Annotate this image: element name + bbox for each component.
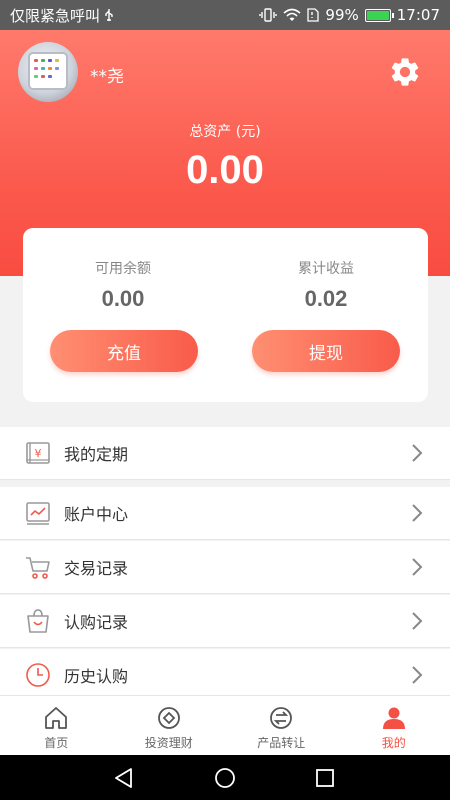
available-balance: 可用余额 0.00 <box>33 258 213 312</box>
chevron-right-icon <box>412 504 423 522</box>
transfer-icon <box>270 707 293 729</box>
shopping-bag-icon <box>27 609 49 633</box>
recents-icon[interactable] <box>314 767 336 789</box>
android-nav-bar <box>0 755 450 800</box>
svg-text:¥: ¥ <box>35 447 42 460</box>
gear-icon[interactable] <box>388 55 422 89</box>
menu-item-label: 认购记录 <box>64 613 129 632</box>
nav-tab-invest[interactable]: 投资理财 <box>113 696 226 755</box>
cart-icon <box>26 557 50 579</box>
menu-item-subscription-records[interactable]: 认购记录 <box>0 595 450 648</box>
menu-item-label: 账户中心 <box>64 505 129 524</box>
nav-tab-home[interactable]: 首页 <box>0 696 113 755</box>
cumulative-earnings: 累计收益 0.02 <box>236 258 416 312</box>
withdraw-button[interactable]: 提现 <box>252 330 400 372</box>
chevron-right-icon <box>412 444 423 462</box>
nav-tab-transfer[interactable]: 产品转让 <box>225 696 338 755</box>
back-icon[interactable] <box>113 767 135 789</box>
sim-icon <box>307 8 320 22</box>
available-balance-label: 可用余额 <box>95 261 151 277</box>
balance-card: 可用余额 0.00 累计收益 0.02 充值 提现 <box>23 228 428 402</box>
total-assets-value: 0.00 <box>186 148 264 192</box>
clock-icon <box>26 663 50 687</box>
profile-icon <box>382 707 405 729</box>
usb-icon <box>105 9 113 21</box>
home-icon <box>45 707 68 729</box>
menu-item-label: 历史认购 <box>64 667 129 686</box>
cumulative-earnings-value: 0.02 <box>304 286 348 311</box>
home-button-icon[interactable] <box>214 767 236 789</box>
fixed-term-icon: ¥ <box>26 442 50 464</box>
battery-percent: 99% <box>325 6 359 24</box>
carrier-text: 仅限紧急呼叫 <box>10 6 101 25</box>
chevron-right-icon <box>412 666 423 684</box>
nav-tab-label: 产品转让 <box>257 736 306 750</box>
available-balance-value: 0.00 <box>101 286 145 311</box>
username: **尧 <box>90 67 124 87</box>
status-bar: 仅限紧急呼叫 99% 17:07 <box>0 0 450 30</box>
account-chart-icon <box>26 502 50 525</box>
battery-icon <box>364 8 394 22</box>
wifi-icon <box>283 8 301 21</box>
menu-item-account-center[interactable]: 账户中心 <box>0 487 450 540</box>
avatar[interactable] <box>18 42 78 102</box>
nav-tab-label: 首页 <box>44 736 69 750</box>
nav-tab-label: 投资理财 <box>144 736 193 750</box>
total-assets-label: 总资产 (元) <box>189 124 261 140</box>
nav-tab-label: 我的 <box>381 736 406 750</box>
invest-icon <box>157 707 180 729</box>
clock-time: 17:07 <box>396 6 440 24</box>
nav-tab-profile[interactable]: 我的 <box>338 696 450 755</box>
recharge-button[interactable]: 充值 <box>50 330 198 372</box>
chevron-right-icon <box>412 558 423 576</box>
menu-item-fixed-term[interactable]: ¥ 我的定期 <box>0 427 450 480</box>
menu-item-transaction-records[interactable]: 交易记录 <box>0 541 450 594</box>
cumulative-earnings-label: 累计收益 <box>298 261 354 277</box>
bottom-nav: 首页 投资理财 产品转让 我的 <box>0 695 450 755</box>
chevron-right-icon <box>412 612 423 630</box>
vibrate-icon <box>259 8 278 22</box>
menu-item-label: 交易记录 <box>64 559 129 578</box>
menu-item-label: 我的定期 <box>64 445 129 464</box>
